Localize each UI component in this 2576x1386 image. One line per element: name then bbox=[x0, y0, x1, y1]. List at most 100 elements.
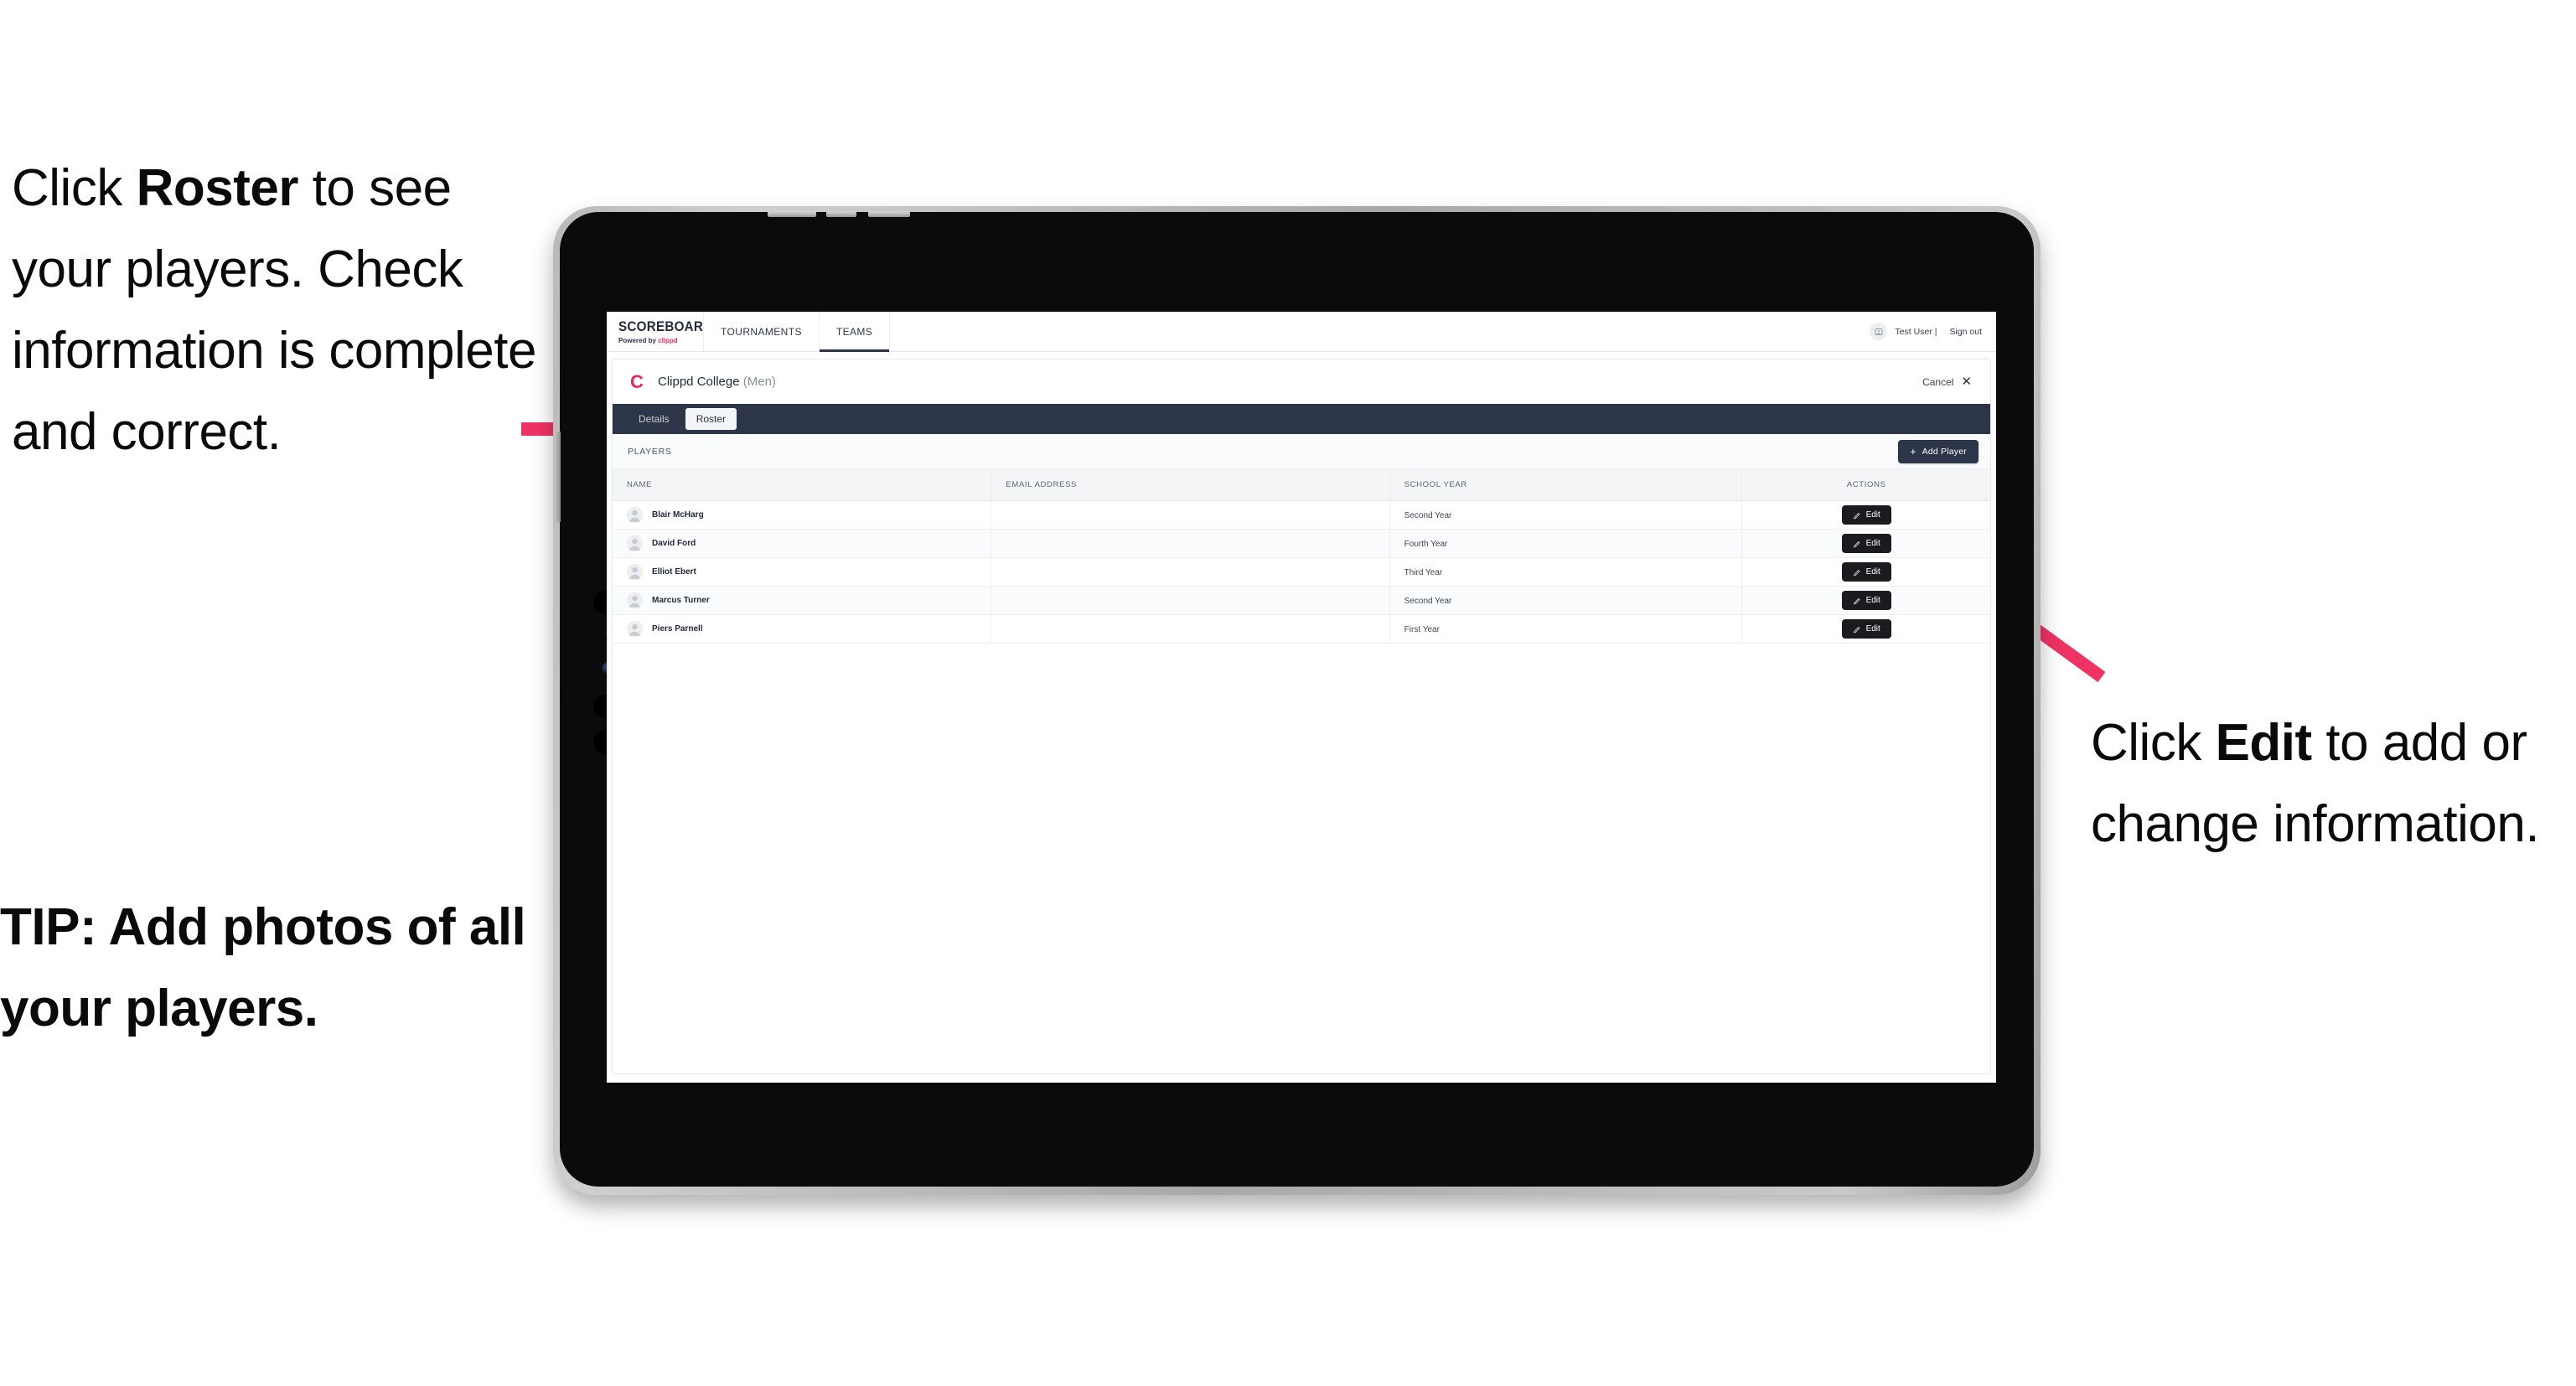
cell-school-year: Fourth Year bbox=[1389, 529, 1743, 558]
cell-player-name: Marcus Turner bbox=[613, 586, 992, 615]
brand-tagline-clippd: clippd bbox=[658, 336, 678, 344]
table-row[interactable]: David Ford Fourth Year Edit bbox=[613, 529, 1990, 558]
edit-player-button[interactable]: Edit bbox=[1841, 619, 1891, 639]
player-avatar-icon bbox=[627, 507, 643, 523]
player-avatar-icon bbox=[627, 535, 643, 551]
annotation-roster-bold: Roster bbox=[136, 159, 299, 217]
edit-button-label: Edit bbox=[1865, 510, 1880, 520]
table-row[interactable]: Blair McHarg Second Year Edit bbox=[613, 500, 1990, 530]
column-header-actions: ACTIONS bbox=[1741, 469, 1990, 501]
roster-table-body: Blair McHarg Second Year Edit David Ford Fou… bbox=[613, 500, 1990, 644]
table-row[interactable]: Piers Parnell First Year Edit bbox=[613, 614, 1990, 644]
edit-player-button[interactable]: Edit bbox=[1841, 505, 1891, 525]
pencil-icon bbox=[1853, 569, 1860, 576]
avatar-glyph bbox=[627, 507, 643, 523]
user-avatar-icon[interactable] bbox=[1870, 323, 1888, 340]
plus-icon: + bbox=[1910, 445, 1916, 458]
sign-out-link[interactable]: Sign out bbox=[1949, 327, 1982, 337]
tablet-top-nub-2 bbox=[826, 211, 856, 217]
nav-tab-tournaments[interactable]: TOURNAMENTS bbox=[704, 312, 820, 351]
player-school-year-label: First Year bbox=[1404, 624, 1440, 634]
add-player-label: Add Player bbox=[1922, 446, 1967, 457]
table-row[interactable]: Marcus Turner Second Year Edit bbox=[613, 586, 1990, 615]
tablet-device-mockup: SCOREBOARD Powered by clippd TOURNAMENTS… bbox=[553, 206, 2041, 1195]
table-row[interactable]: Elliot Ebert Third Year Edit bbox=[613, 557, 1990, 587]
tab-roster[interactable]: Roster bbox=[685, 408, 737, 430]
cell-email-address bbox=[991, 614, 1390, 644]
roster-table-head: NAME EMAIL ADDRESS SCHOOL YEAR ACTIONS bbox=[613, 469, 1990, 501]
table-header-row: NAME EMAIL ADDRESS SCHOOL YEAR ACTIONS bbox=[613, 469, 1990, 501]
edit-player-button[interactable]: Edit bbox=[1841, 534, 1891, 553]
cancel-button-label: Cancel bbox=[1922, 375, 1954, 388]
edit-button-label: Edit bbox=[1865, 539, 1880, 548]
user-menu: Test User | Sign out bbox=[1870, 312, 1996, 351]
avatar-glyph bbox=[627, 621, 643, 637]
column-header-name: NAME bbox=[613, 469, 992, 501]
player-name-label: David Ford bbox=[652, 539, 696, 548]
avatar-glyph bbox=[627, 564, 643, 580]
roster-table: NAME EMAIL ADDRESS SCHOOL YEAR ACTIONS B… bbox=[613, 469, 1990, 644]
cell-actions: Edit bbox=[1741, 557, 1990, 587]
user-name-label: Test User | bbox=[1895, 326, 1937, 337]
player-name-label: Marcus Turner bbox=[652, 596, 710, 605]
edit-player-button[interactable]: Edit bbox=[1841, 562, 1891, 582]
app-top-navbar: SCOREBOARD Powered by clippd TOURNAMENTS… bbox=[607, 312, 1996, 352]
app-screen: SCOREBOARD Powered by clippd TOURNAMENTS… bbox=[607, 312, 1996, 1083]
nav-tab-teams-label: TEAMS bbox=[835, 325, 873, 338]
cell-email-address bbox=[991, 529, 1390, 558]
brand-tagline: Powered by clippd bbox=[618, 337, 703, 344]
player-school-year-label: Second Year bbox=[1404, 510, 1452, 520]
tablet-top-nub-1 bbox=[768, 211, 816, 217]
player-school-year-label: Second Year bbox=[1404, 596, 1452, 606]
cell-actions: Edit bbox=[1741, 586, 1990, 615]
cell-player-name: Blair McHarg bbox=[613, 500, 992, 530]
tablet-top-nub-3 bbox=[868, 211, 910, 217]
pencil-icon bbox=[1853, 540, 1860, 547]
tab-details-label: Details bbox=[639, 413, 670, 425]
team-name-text: Clippd College bbox=[658, 375, 740, 389]
team-gender-text: (Men) bbox=[742, 375, 776, 389]
team-tab-strip: Details Roster bbox=[613, 404, 1990, 434]
brand-tagline-prefix: Powered by bbox=[618, 336, 659, 344]
cell-actions: Edit bbox=[1741, 529, 1990, 558]
screenshot-canvas: Click Roster to see your players. Check … bbox=[0, 0, 2576, 1386]
cell-actions: Edit bbox=[1741, 500, 1990, 530]
cell-actions: Edit bbox=[1741, 614, 1990, 644]
cell-email-address bbox=[991, 500, 1390, 530]
add-player-button[interactable]: + Add Player bbox=[1898, 439, 1979, 463]
cancel-button[interactable]: Cancel ✕ bbox=[1922, 375, 1972, 388]
annotation-edit-instruction: Click Edit to add or change information. bbox=[2091, 702, 2576, 865]
annotation-tip: TIP: Add photos of all your players. bbox=[0, 898, 526, 1037]
cell-player-name: David Ford bbox=[613, 529, 992, 558]
annotation-roster-instruction: Click Roster to see your players. Check … bbox=[12, 147, 556, 473]
cell-email-address bbox=[991, 557, 1390, 587]
cell-school-year: Third Year bbox=[1389, 557, 1743, 587]
team-name-heading: Clippd College (Men) bbox=[658, 375, 776, 389]
brand-logo[interactable]: SCOREBOARD Powered by clippd bbox=[607, 312, 713, 351]
edit-button-label: Edit bbox=[1865, 596, 1880, 605]
column-header-email: EMAIL ADDRESS bbox=[991, 469, 1390, 501]
cell-school-year: First Year bbox=[1389, 614, 1743, 644]
team-logo-icon: C bbox=[630, 370, 644, 392]
cell-email-address bbox=[991, 586, 1390, 615]
avatar-glyph bbox=[1875, 328, 1883, 335]
annotation-edit-pre: Click bbox=[2091, 714, 2216, 772]
edit-button-label: Edit bbox=[1865, 624, 1880, 634]
avatar-glyph bbox=[627, 535, 643, 551]
cell-school-year: Second Year bbox=[1389, 586, 1743, 615]
player-name-label: Piers Parnell bbox=[652, 624, 703, 634]
pencil-icon bbox=[1853, 626, 1860, 633]
tab-roster-label: Roster bbox=[696, 413, 727, 425]
pencil-icon bbox=[1853, 597, 1860, 604]
player-name-label: Blair McHarg bbox=[652, 510, 704, 520]
nav-tab-tournaments-label: TOURNAMENTS bbox=[721, 325, 802, 338]
edit-player-button[interactable]: Edit bbox=[1841, 591, 1891, 610]
tablet-bezel: SCOREBOARD Powered by clippd TOURNAMENTS… bbox=[556, 211, 2034, 1187]
tab-details[interactable]: Details bbox=[628, 408, 680, 430]
navbar-spacer bbox=[890, 312, 1870, 351]
tablet-side-button bbox=[556, 432, 561, 522]
team-panel: C Clippd College (Men) Cancel ✕ Details … bbox=[612, 359, 1991, 1074]
nav-tab-teams[interactable]: TEAMS bbox=[819, 312, 891, 352]
brand-title: SCOREBOARD bbox=[618, 318, 713, 334]
cell-player-name: Piers Parnell bbox=[613, 614, 992, 644]
